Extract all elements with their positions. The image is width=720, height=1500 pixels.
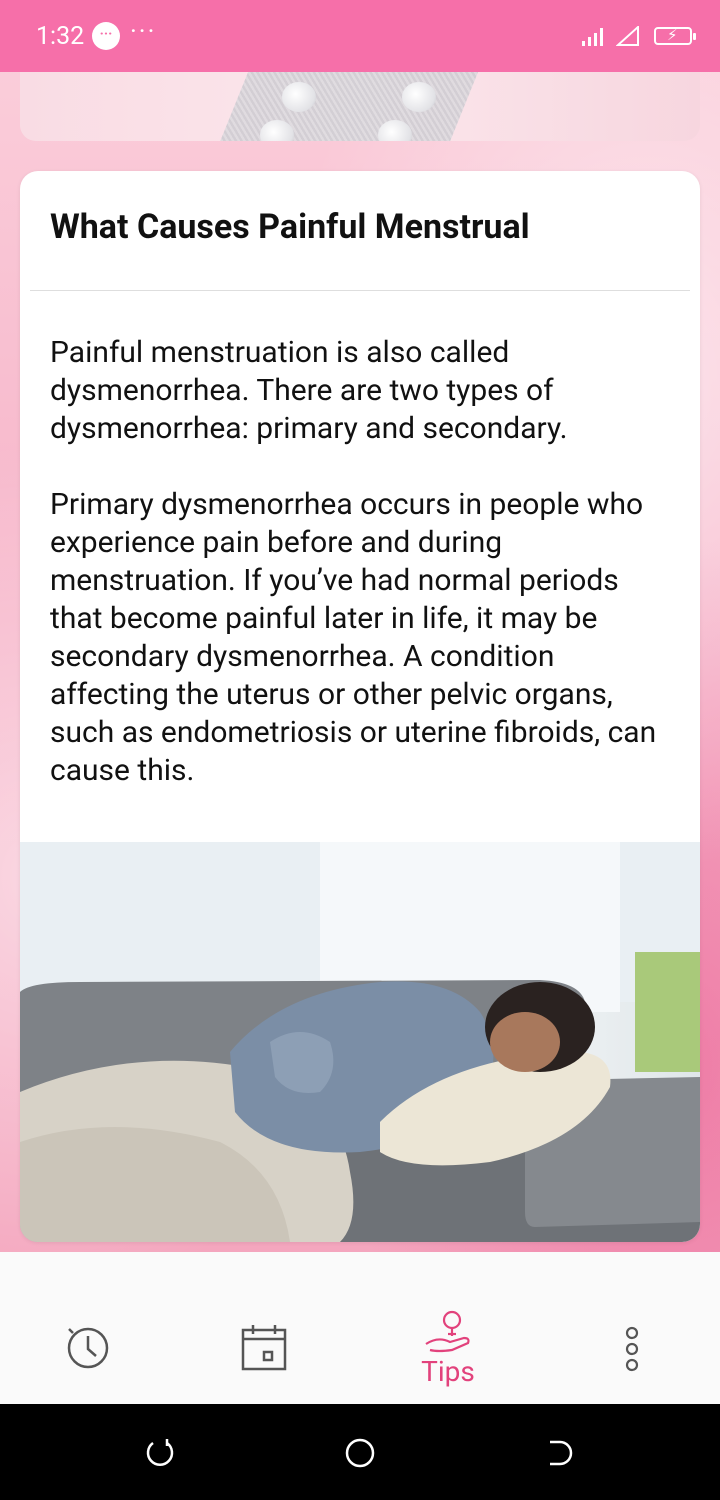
signal-icon [582,28,603,46]
tab-more[interactable] [572,1252,692,1404]
status-more: ··· [130,17,157,47]
bottom-tab-bar: Tips [0,1252,720,1404]
back-icon[interactable] [546,1438,576,1468]
battery-charging-icon: ⚡ [654,26,696,45]
status-time: 1:32 [36,22,85,51]
article-body: Painful menstruation is also called dysm… [50,335,657,788]
tab-history[interactable] [28,1252,148,1404]
article-photo [20,842,700,1242]
recents-icon[interactable] [145,1438,175,1468]
more-vertical-icon [625,1326,639,1372]
tab-calendar[interactable] [204,1252,324,1404]
article-title: What Causes Painful Menstrual [50,207,530,247]
status-bar: 1:32 ··· ··· ⚡ [0,0,720,72]
divider [30,290,690,291]
history-clock-icon [67,1327,109,1369]
article-card: What Causes Painful Menstrual Painful me… [20,171,700,1242]
tab-tips[interactable]: Tips [388,1252,508,1404]
calendar-icon [241,1325,287,1371]
home-icon[interactable] [344,1437,376,1469]
pill-image [402,82,436,112]
pill-image [282,82,316,112]
previous-article-card[interactable] [20,72,700,141]
lightbulb-hand-icon [425,1310,470,1353]
system-navigation-bar [0,1404,720,1500]
chat-bubble-icon: ··· [92,22,120,50]
tab-label-tips: Tips [421,1355,475,1388]
pill-pack-image [215,72,491,141]
wifi-icon [616,26,639,46]
